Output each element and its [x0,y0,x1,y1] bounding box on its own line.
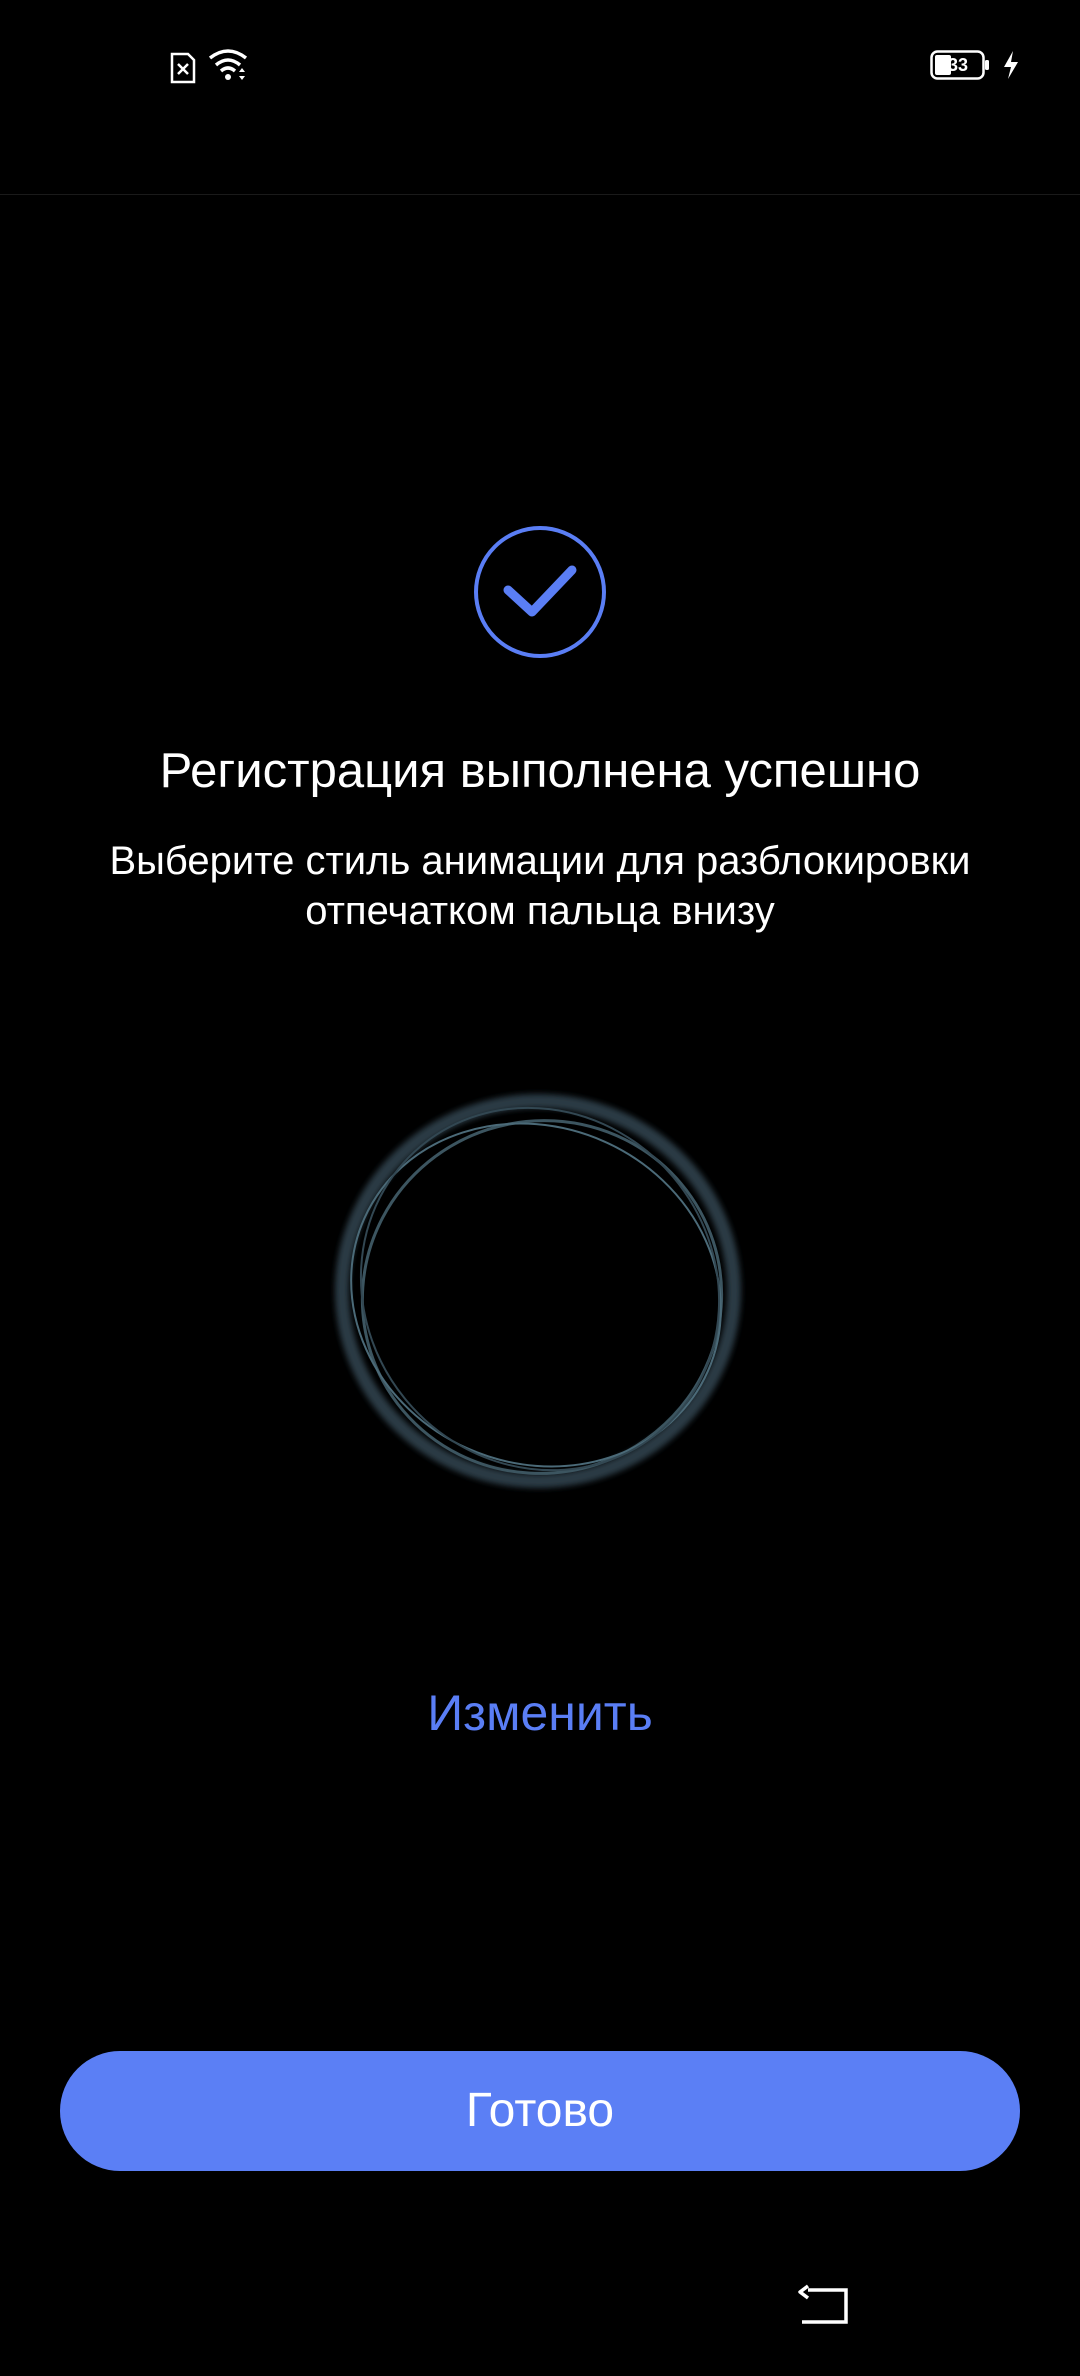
charging-icon [1004,51,1018,79]
back-icon[interactable] [796,2284,852,2328]
sim-missing-icon [170,52,196,84]
change-animation-link[interactable]: Изменить [340,1680,740,1746]
page-subtitle: Выберите стиль анимации для разблокировк… [109,839,971,933]
status-bar: 33 [0,0,1080,130]
page-title: Регистрация выполнена успешно [159,744,921,798]
header-divider [0,194,1080,195]
check-circle-icon [474,526,606,658]
battery-level: 33 [947,55,969,75]
done-button[interactable]: Готово [60,2051,1020,2171]
ring-animation-icon [335,1094,741,1488]
wifi-icon [208,49,248,80]
